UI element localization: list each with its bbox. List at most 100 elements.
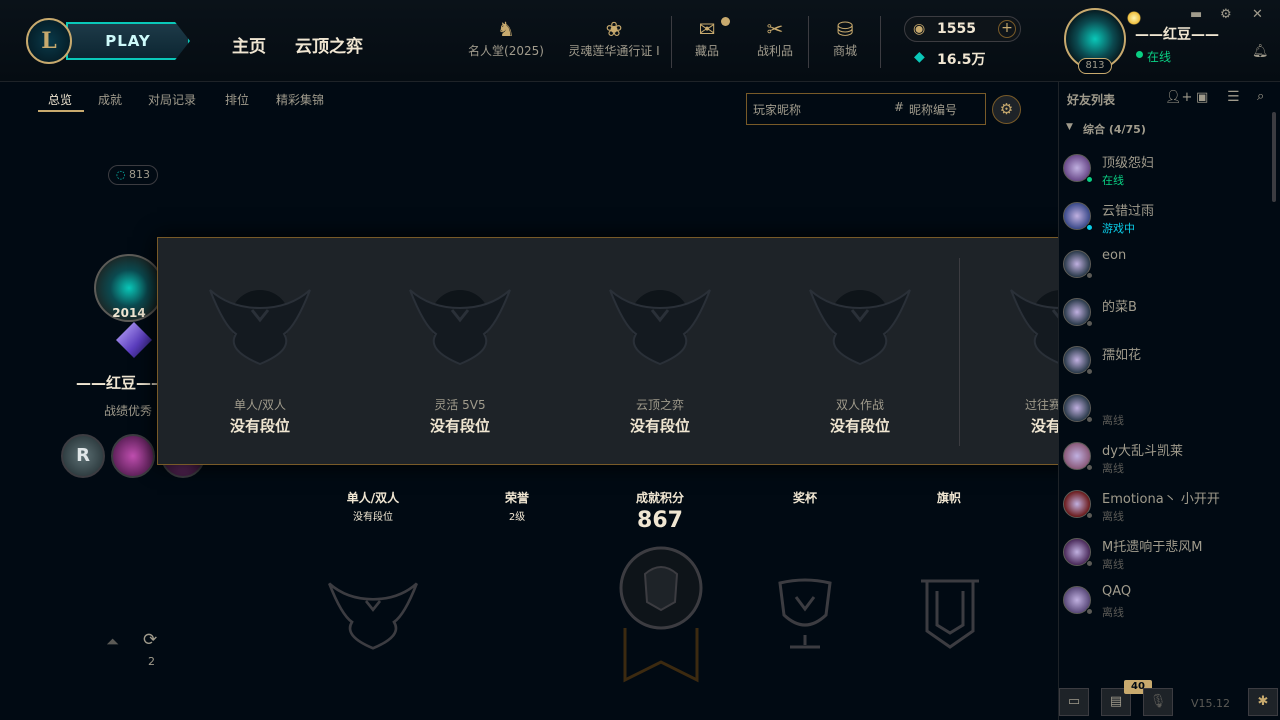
achievement-points-crest-icon[interactable] [615, 546, 707, 686]
friend-status: 离线 [1102, 558, 1124, 571]
nav-home[interactable]: 主页 [232, 32, 266, 57]
summoner-status[interactable]: 在线 [1147, 48, 1171, 65]
summoner-name: ——红豆—— [1135, 27, 1219, 43]
stat-banner-label: 旗帜 [936, 491, 961, 505]
league-logo-icon[interactable]: L [26, 18, 72, 64]
blue-essence-icon: ◆ [914, 49, 925, 65]
friend-name: QAQ [1102, 584, 1132, 599]
friends-title: 好友列表 [1067, 93, 1116, 107]
gear-icon: ⚙ [999, 100, 1014, 118]
friend-row[interactable]: M托遗响于悲风M 离线 [1060, 536, 1260, 576]
rank-tier-label: 没有段位 [629, 417, 690, 435]
blue-essence-amount: 16.5万 [937, 52, 986, 68]
store-icon: ⛁ [836, 17, 854, 41]
friend-status: 离线 [1102, 606, 1124, 619]
nav-store[interactable]: ⛁ 商城 [800, 16, 890, 59]
inbox-icon: ▤ [1109, 694, 1123, 709]
friend-status-dot [1086, 368, 1093, 375]
gear-icon[interactable]: ⚙ [1220, 7, 1232, 22]
stat-honor-label: 荣誉 [504, 491, 529, 505]
chat-icon: ▭ [1067, 694, 1081, 709]
stat-trophy-label: 奖杯 [792, 491, 817, 505]
rank-tier-label: 没有段位 [229, 417, 290, 435]
friend-status-dot [1086, 320, 1093, 327]
nav-tft[interactable]: 云顶之弈 [295, 32, 363, 57]
chevron-down-icon[interactable]: ▼ [1066, 122, 1073, 132]
friend-name: Emotiona丶 小开开 [1102, 492, 1220, 507]
unranked-emblem-icon [409, 289, 511, 366]
friend-status: 游戏中 [1102, 222, 1135, 235]
stat-solo-value: 没有段位 [353, 512, 393, 523]
friend-row[interactable]: 孺如花 [1060, 344, 1260, 384]
search-input[interactable]: 玩家昵称 [753, 101, 801, 118]
friend-name: 云错过雨 [1102, 204, 1155, 219]
microphone-icon: 🎙︎ [1149, 694, 1167, 709]
minimize-icon[interactable]: ▬ [1190, 7, 1202, 22]
friend-row[interactable]: 云错过雨 游戏中 [1060, 200, 1260, 240]
collection-notification-dot [721, 17, 730, 26]
friend-name: 顶级怨妇 [1102, 156, 1155, 171]
nav-hall-of-fame[interactable]: ♞ 名人堂(2025) [461, 16, 551, 59]
friend-name: 的菜B [1102, 300, 1137, 315]
unranked-emblem-icon [209, 289, 311, 366]
profile-title[interactable]: 战绩优秀 [104, 402, 152, 419]
reroll-icon[interactable]: ⟳ [143, 630, 157, 650]
friend-status-dot [1086, 272, 1093, 279]
rank-queue-label: 云顶之弈 [635, 398, 684, 412]
rank-queue-label: 双人作战 [835, 398, 884, 412]
friend-status-dot [1086, 464, 1093, 471]
friend-row[interactable]: QAQ 离线 [1060, 584, 1260, 624]
tab-overview[interactable]: 总览 [48, 91, 72, 108]
friend-row[interactable]: 顶级怨妇 在线 [1060, 152, 1260, 192]
tab-ranked[interactable]: 排位 [225, 91, 249, 108]
trophy-icon[interactable] [770, 575, 840, 653]
online-status-dot [1136, 51, 1143, 58]
stat-honor-value: 2级 [508, 512, 526, 523]
play-button[interactable]: PLAY [66, 22, 190, 60]
rank-queue-1[interactable]: 灵活 5V5 没有段位 [360, 238, 560, 466]
rank-queue-3[interactable]: 双人作战 没有段位 [760, 238, 960, 466]
tag-input[interactable]: 昵称编号 [909, 101, 957, 118]
friend-status: 离线 [1102, 510, 1124, 523]
friend-row[interactable]: Emotiona丶 小开开 离线 [1060, 488, 1260, 528]
tab-achievements[interactable]: 成就 [98, 91, 122, 108]
add-friend-icon[interactable]: 👤︎+ [1165, 90, 1192, 105]
nav-pass[interactable]: ❀ 灵魂莲华通行证 I [559, 16, 669, 59]
stat-points-value: 867 [637, 508, 683, 533]
popup-divider [959, 258, 960, 446]
friend-status: 离线 [1102, 414, 1124, 427]
bell-icon[interactable]: 🔔︎ [1252, 44, 1269, 59]
expand-up-icon[interactable]: ⏶ [106, 632, 119, 652]
banner-icon[interactable] [915, 575, 985, 653]
solo-rank-emblem-icon[interactable] [322, 580, 424, 650]
friends-scrollbar[interactable] [1272, 112, 1276, 202]
bug-report-button[interactable]: ✱ [1248, 688, 1278, 716]
hall-of-fame-icon: ♞ [497, 17, 515, 41]
add-rp-icon[interactable]: + [998, 20, 1016, 38]
search-settings-button[interactable]: ⚙ [992, 95, 1021, 124]
tab-highlights[interactable]: 精彩集锦 [276, 91, 324, 108]
badge-challenge-icon[interactable]: R [61, 434, 105, 478]
tab-match-history[interactable]: 对局记录 [148, 91, 196, 108]
badge-tft-icon[interactable] [111, 434, 155, 478]
voice-button[interactable]: 🎙︎ [1143, 688, 1173, 716]
rank-queue-0[interactable]: 单人/双人 没有段位 [160, 238, 360, 466]
friend-row[interactable]: dy大乱斗凯莱 离线 [1060, 440, 1260, 480]
rank-queue-2[interactable]: 云顶之弈 没有段位 [560, 238, 760, 466]
profile-level-pill: ◌ 813 [108, 165, 158, 185]
lotus-pass-icon: ❀ [605, 17, 623, 41]
friend-status-dot [1086, 224, 1093, 231]
nav-divider [880, 16, 881, 68]
list-view-icon[interactable]: ☰ [1227, 89, 1240, 105]
rank-popup: 单人/双人没有段位灵活 5V5没有段位云顶之弈没有段位双人作战没有段位过往赛季排… [157, 237, 1162, 465]
chat-button[interactable]: ▭ [1059, 688, 1089, 716]
friend-row[interactable]: 的菜B [1060, 296, 1260, 336]
friend-row[interactable]: 离线 [1060, 392, 1260, 432]
add-folder-icon[interactable]: ▣ [1196, 90, 1208, 105]
friend-row[interactable]: eon [1060, 248, 1260, 288]
close-icon[interactable]: ✕ [1252, 7, 1263, 22]
friends-group-header[interactable]: 综合 (4/75) [1083, 121, 1146, 137]
client-version: V15.12 [1191, 697, 1231, 710]
unranked-emblem-icon [809, 289, 911, 366]
search-icon[interactable]: ⌕ [1257, 89, 1264, 104]
